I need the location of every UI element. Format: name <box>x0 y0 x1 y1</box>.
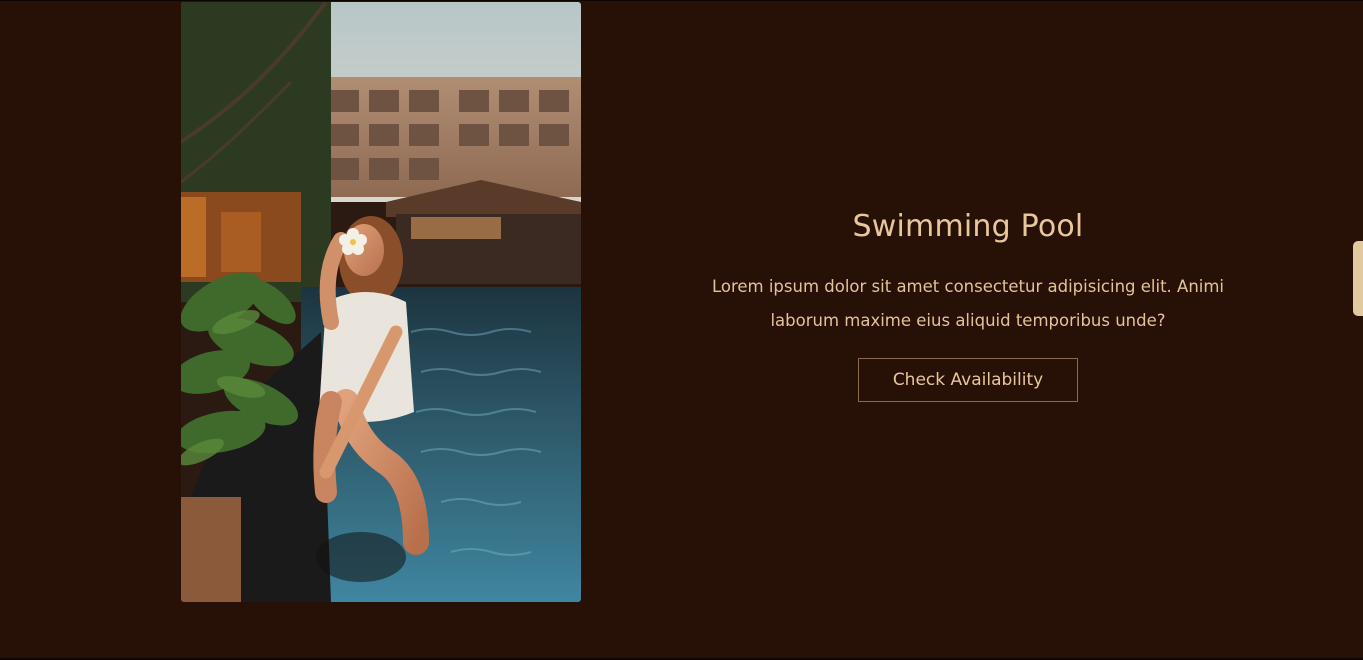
section-title: Swimming Pool <box>852 209 1084 244</box>
amenity-info: Swimming Pool Lorem ipsum dolor sit amet… <box>680 206 1256 402</box>
pool-photo <box>181 2 581 602</box>
check-availability-button[interactable]: Check Availability <box>858 358 1078 402</box>
page: Swimming Pool Lorem ipsum dolor sit amet… <box>0 0 1363 660</box>
section-description: Lorem ipsum dolor sit amet consectetur a… <box>711 277 1225 330</box>
scrollbar-thumb[interactable] <box>1353 241 1363 316</box>
